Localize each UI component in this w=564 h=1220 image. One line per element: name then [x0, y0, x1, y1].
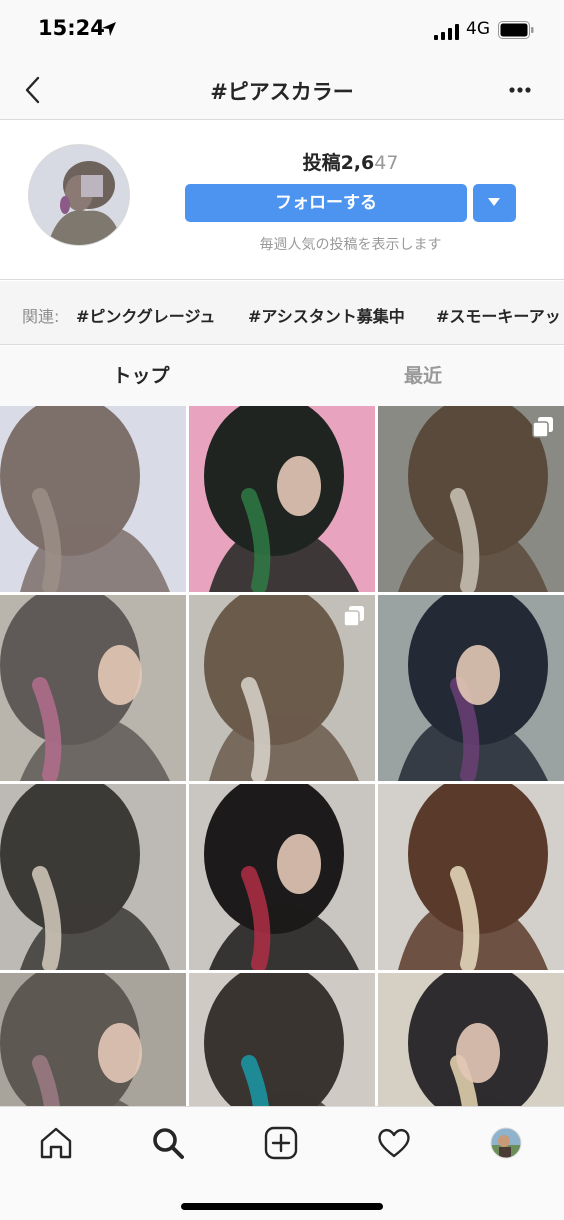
- related-tag[interactable]: #スモーキーアッ: [436, 303, 561, 327]
- related-hashtags: 関連: #ピンクグレージュ #アシスタント募集中 #スモーキーアッ: [0, 281, 564, 345]
- post-image: [0, 784, 186, 970]
- post-thumbnail[interactable]: [378, 973, 564, 1106]
- related-tag[interactable]: #ピンクグレージュ: [76, 303, 215, 327]
- post-thumbnail[interactable]: [0, 973, 186, 1106]
- post-count-value: 2,6: [340, 152, 375, 174]
- tab-top[interactable]: トップ: [0, 346, 282, 406]
- status-time: 15:24: [38, 16, 105, 40]
- more-options-icon[interactable]: [500, 78, 540, 102]
- related-tag[interactable]: #アシスタント募集中: [248, 303, 405, 327]
- post-thumbnail[interactable]: [0, 595, 186, 781]
- battery-icon: [498, 21, 534, 39]
- avatar-image: [29, 145, 129, 245]
- multiple-photos-icon: [532, 417, 553, 438]
- post-image: [189, 973, 375, 1106]
- status-bar: 15:24 4G: [0, 0, 564, 60]
- post-count-label: 投稿: [302, 152, 341, 174]
- multiple-photos-icon: [343, 606, 364, 627]
- post-count: 投稿2,647: [185, 148, 516, 175]
- post-thumbnail[interactable]: [378, 406, 564, 592]
- post-thumbnail[interactable]: [189, 973, 375, 1106]
- post-thumbnail[interactable]: [189, 406, 375, 592]
- network-type: 4G: [466, 19, 490, 39]
- post-image: [378, 595, 564, 781]
- profile-avatar-icon[interactable]: [490, 1127, 522, 1159]
- nav-bar: #ピアスカラー: [0, 60, 564, 120]
- hashtag-avatar: [28, 144, 130, 246]
- post-count-value-faded: 47: [374, 152, 399, 174]
- post-thumbnail[interactable]: [378, 595, 564, 781]
- activity-heart-icon[interactable]: [376, 1125, 412, 1161]
- post-thumbnail[interactable]: [0, 784, 186, 970]
- location-arrow-icon: [102, 22, 116, 36]
- post-thumbnail[interactable]: [189, 784, 375, 970]
- post-grid: [0, 406, 564, 1106]
- new-post-icon[interactable]: [263, 1125, 299, 1161]
- header-note: 毎週人気の投稿を表示します: [259, 237, 442, 253]
- post-image: [378, 784, 564, 970]
- home-icon[interactable]: [38, 1125, 74, 1161]
- related-label: 関連:: [22, 307, 60, 326]
- feed-tabs: トップ 最近: [0, 346, 564, 406]
- post-image: [0, 595, 186, 781]
- follow-dropdown-button[interactable]: [473, 184, 516, 222]
- post-thumbnail[interactable]: [378, 784, 564, 970]
- post-image: [189, 784, 375, 970]
- bottom-tab-bar: [0, 1106, 564, 1220]
- post-image: [0, 973, 186, 1106]
- search-icon[interactable]: [150, 1125, 186, 1161]
- post-image: [0, 406, 186, 592]
- post-image: [189, 406, 375, 592]
- follow-button[interactable]: フォローする: [185, 184, 467, 222]
- caret-down-icon: [488, 198, 500, 206]
- page-title: #ピアスカラー: [210, 80, 354, 104]
- signal-icon: [434, 24, 459, 40]
- tab-recent[interactable]: 最近: [282, 346, 564, 406]
- home-indicator: [181, 1203, 383, 1210]
- post-thumbnail[interactable]: [189, 595, 375, 781]
- post-thumbnail[interactable]: [0, 406, 186, 592]
- post-image: [378, 973, 564, 1106]
- hashtag-header: 投稿2,647 フォローする 毎週人気の投稿を表示します: [0, 120, 564, 280]
